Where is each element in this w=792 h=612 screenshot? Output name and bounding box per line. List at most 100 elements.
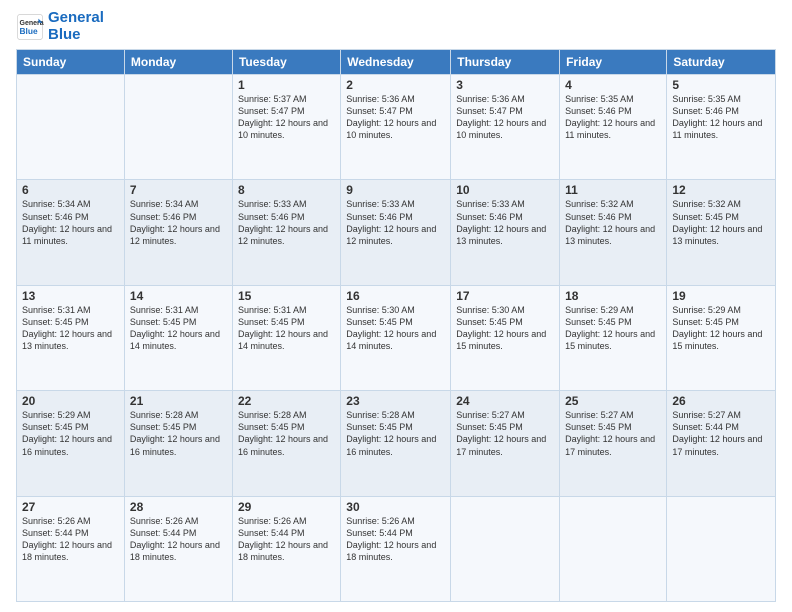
day-info: Sunrise: 5:32 AM Sunset: 5:45 PM Dayligh… (672, 198, 770, 247)
day-info: Sunrise: 5:35 AM Sunset: 5:46 PM Dayligh… (565, 93, 661, 142)
day-number: 4 (565, 78, 661, 92)
day-info: Sunrise: 5:29 AM Sunset: 5:45 PM Dayligh… (22, 409, 119, 458)
day-number: 22 (238, 394, 335, 408)
calendar-cell: 26Sunrise: 5:27 AM Sunset: 5:44 PM Dayli… (667, 391, 776, 496)
calendar-cell: 16Sunrise: 5:30 AM Sunset: 5:45 PM Dayli… (341, 285, 451, 390)
day-info: Sunrise: 5:27 AM Sunset: 5:45 PM Dayligh… (456, 409, 554, 458)
svg-text:Blue: Blue (20, 26, 38, 36)
day-number: 28 (130, 500, 227, 514)
calendar-cell: 19Sunrise: 5:29 AM Sunset: 5:45 PM Dayli… (667, 285, 776, 390)
calendar-cell: 11Sunrise: 5:32 AM Sunset: 5:46 PM Dayli… (560, 180, 667, 285)
day-info: Sunrise: 5:29 AM Sunset: 5:45 PM Dayligh… (672, 304, 770, 353)
day-number: 18 (565, 289, 661, 303)
day-info: Sunrise: 5:27 AM Sunset: 5:44 PM Dayligh… (672, 409, 770, 458)
day-number: 13 (22, 289, 119, 303)
calendar-cell: 3Sunrise: 5:36 AM Sunset: 5:47 PM Daylig… (451, 75, 560, 180)
day-number: 11 (565, 183, 661, 197)
calendar-cell: 13Sunrise: 5:31 AM Sunset: 5:45 PM Dayli… (17, 285, 125, 390)
day-info: Sunrise: 5:31 AM Sunset: 5:45 PM Dayligh… (130, 304, 227, 353)
calendar-cell: 30Sunrise: 5:26 AM Sunset: 5:44 PM Dayli… (341, 496, 451, 601)
day-info: Sunrise: 5:36 AM Sunset: 5:47 PM Dayligh… (346, 93, 445, 142)
weekday-header-row: SundayMondayTuesdayWednesdayThursdayFrid… (17, 50, 776, 75)
calendar-cell: 6Sunrise: 5:34 AM Sunset: 5:46 PM Daylig… (17, 180, 125, 285)
calendar-cell: 23Sunrise: 5:28 AM Sunset: 5:45 PM Dayli… (341, 391, 451, 496)
day-number: 5 (672, 78, 770, 92)
day-number: 14 (130, 289, 227, 303)
day-number: 27 (22, 500, 119, 514)
calendar-cell: 1Sunrise: 5:37 AM Sunset: 5:47 PM Daylig… (232, 75, 340, 180)
day-info: Sunrise: 5:36 AM Sunset: 5:47 PM Dayligh… (456, 93, 554, 142)
calendar-cell: 18Sunrise: 5:29 AM Sunset: 5:45 PM Dayli… (560, 285, 667, 390)
calendar-cell: 14Sunrise: 5:31 AM Sunset: 5:45 PM Dayli… (124, 285, 232, 390)
day-info: Sunrise: 5:26 AM Sunset: 5:44 PM Dayligh… (22, 515, 119, 564)
day-info: Sunrise: 5:33 AM Sunset: 5:46 PM Dayligh… (346, 198, 445, 247)
day-number: 3 (456, 78, 554, 92)
day-number: 26 (672, 394, 770, 408)
day-number: 19 (672, 289, 770, 303)
calendar-week-row: 27Sunrise: 5:26 AM Sunset: 5:44 PM Dayli… (17, 496, 776, 601)
day-info: Sunrise: 5:29 AM Sunset: 5:45 PM Dayligh… (565, 304, 661, 353)
day-number: 6 (22, 183, 119, 197)
weekday-header-friday: Friday (560, 50, 667, 75)
day-number: 30 (346, 500, 445, 514)
weekday-header-monday: Monday (124, 50, 232, 75)
day-number: 17 (456, 289, 554, 303)
weekday-header-tuesday: Tuesday (232, 50, 340, 75)
logo-icon: General Blue (16, 13, 44, 41)
day-info: Sunrise: 5:34 AM Sunset: 5:46 PM Dayligh… (22, 198, 119, 247)
calendar-table: SundayMondayTuesdayWednesdayThursdayFrid… (16, 49, 776, 602)
weekday-header-sunday: Sunday (17, 50, 125, 75)
day-info: Sunrise: 5:27 AM Sunset: 5:45 PM Dayligh… (565, 409, 661, 458)
day-info: Sunrise: 5:28 AM Sunset: 5:45 PM Dayligh… (130, 409, 227, 458)
day-number: 12 (672, 183, 770, 197)
day-number: 8 (238, 183, 335, 197)
weekday-header-saturday: Saturday (667, 50, 776, 75)
day-info: Sunrise: 5:26 AM Sunset: 5:44 PM Dayligh… (130, 515, 227, 564)
calendar-cell: 15Sunrise: 5:31 AM Sunset: 5:45 PM Dayli… (232, 285, 340, 390)
day-info: Sunrise: 5:32 AM Sunset: 5:46 PM Dayligh… (565, 198, 661, 247)
calendar-cell: 22Sunrise: 5:28 AM Sunset: 5:45 PM Dayli… (232, 391, 340, 496)
day-number: 1 (238, 78, 335, 92)
calendar-cell: 29Sunrise: 5:26 AM Sunset: 5:44 PM Dayli… (232, 496, 340, 601)
day-number: 29 (238, 500, 335, 514)
calendar-cell: 12Sunrise: 5:32 AM Sunset: 5:45 PM Dayli… (667, 180, 776, 285)
day-info: Sunrise: 5:30 AM Sunset: 5:45 PM Dayligh… (346, 304, 445, 353)
calendar-cell: 27Sunrise: 5:26 AM Sunset: 5:44 PM Dayli… (17, 496, 125, 601)
calendar-cell: 21Sunrise: 5:28 AM Sunset: 5:45 PM Dayli… (124, 391, 232, 496)
weekday-header-wednesday: Wednesday (341, 50, 451, 75)
day-number: 21 (130, 394, 227, 408)
day-info: Sunrise: 5:26 AM Sunset: 5:44 PM Dayligh… (238, 515, 335, 564)
day-info: Sunrise: 5:35 AM Sunset: 5:46 PM Dayligh… (672, 93, 770, 142)
day-number: 20 (22, 394, 119, 408)
calendar-cell: 24Sunrise: 5:27 AM Sunset: 5:45 PM Dayli… (451, 391, 560, 496)
calendar-cell (124, 75, 232, 180)
page-header: General Blue General Blue (16, 10, 776, 43)
day-info: Sunrise: 5:30 AM Sunset: 5:45 PM Dayligh… (456, 304, 554, 353)
calendar-cell (17, 75, 125, 180)
calendar-cell: 17Sunrise: 5:30 AM Sunset: 5:45 PM Dayli… (451, 285, 560, 390)
calendar-cell: 9Sunrise: 5:33 AM Sunset: 5:46 PM Daylig… (341, 180, 451, 285)
day-info: Sunrise: 5:33 AM Sunset: 5:46 PM Dayligh… (456, 198, 554, 247)
logo-text: General (48, 10, 104, 27)
day-number: 23 (346, 394, 445, 408)
day-info: Sunrise: 5:33 AM Sunset: 5:46 PM Dayligh… (238, 198, 335, 247)
calendar-cell (560, 496, 667, 601)
day-info: Sunrise: 5:28 AM Sunset: 5:45 PM Dayligh… (238, 409, 335, 458)
logo-text2: Blue (48, 27, 104, 44)
calendar-cell: 10Sunrise: 5:33 AM Sunset: 5:46 PM Dayli… (451, 180, 560, 285)
calendar-week-row: 6Sunrise: 5:34 AM Sunset: 5:46 PM Daylig… (17, 180, 776, 285)
calendar-cell: 28Sunrise: 5:26 AM Sunset: 5:44 PM Dayli… (124, 496, 232, 601)
day-info: Sunrise: 5:26 AM Sunset: 5:44 PM Dayligh… (346, 515, 445, 564)
calendar-cell: 4Sunrise: 5:35 AM Sunset: 5:46 PM Daylig… (560, 75, 667, 180)
day-number: 24 (456, 394, 554, 408)
day-info: Sunrise: 5:34 AM Sunset: 5:46 PM Dayligh… (130, 198, 227, 247)
day-info: Sunrise: 5:31 AM Sunset: 5:45 PM Dayligh… (238, 304, 335, 353)
calendar-week-row: 20Sunrise: 5:29 AM Sunset: 5:45 PM Dayli… (17, 391, 776, 496)
calendar-cell: 8Sunrise: 5:33 AM Sunset: 5:46 PM Daylig… (232, 180, 340, 285)
logo: General Blue General Blue (16, 10, 104, 43)
day-info: Sunrise: 5:28 AM Sunset: 5:45 PM Dayligh… (346, 409, 445, 458)
day-number: 9 (346, 183, 445, 197)
day-number: 25 (565, 394, 661, 408)
weekday-header-thursday: Thursday (451, 50, 560, 75)
calendar-week-row: 1Sunrise: 5:37 AM Sunset: 5:47 PM Daylig… (17, 75, 776, 180)
